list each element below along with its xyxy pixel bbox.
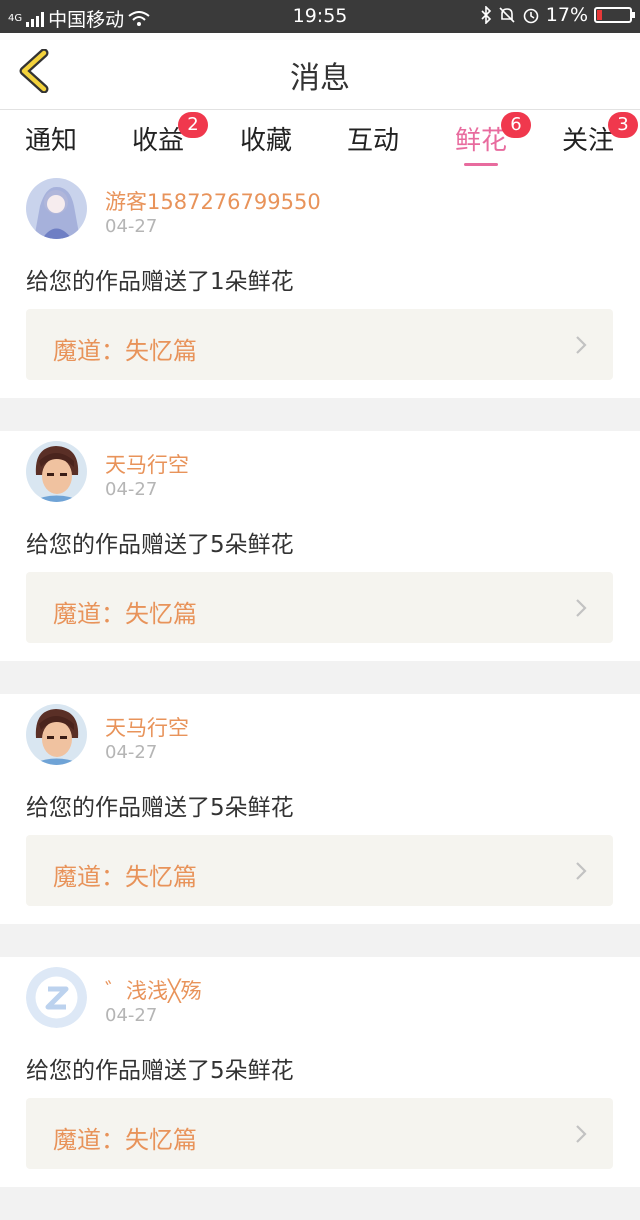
battery-percent: 17% — [545, 4, 588, 26]
battery-fill — [597, 10, 603, 20]
nav-header: 消息 — [0, 33, 640, 110]
anime-boy-avatar-icon — [26, 441, 87, 502]
flower-message-list: 游客1587276799550 04-27 给您的作品赠送了1朵鲜花 魔道：失忆… — [0, 168, 640, 1220]
tab-flowers[interactable]: 鲜花 6 — [441, 112, 531, 166]
list-item: 天马行空 04-27 给您的作品赠送了5朵鲜花 魔道：失忆篇 — [0, 431, 640, 661]
avatar[interactable] — [26, 967, 87, 1028]
message-text: 给您的作品赠送了5朵鲜花 — [26, 532, 294, 558]
page-title: 消息 — [290, 61, 350, 96]
battery-icon — [594, 7, 635, 23]
status-bar: 4G 中国移动 19:55 17% — [0, 0, 640, 33]
user-name[interactable]: ゛浅浅╳殇 — [105, 975, 202, 1005]
message-date: 04-27 — [105, 216, 158, 237]
avatar[interactable] — [26, 178, 87, 239]
work-title: 魔道：失忆篇 — [53, 863, 197, 891]
status-right: 17% — [480, 4, 635, 26]
chevron-right-icon — [576, 1125, 587, 1143]
anime-boy-avatar-icon — [26, 704, 87, 765]
user-name[interactable]: 天马行空 — [105, 449, 189, 479]
tab-earnings[interactable]: 收益 2 — [118, 112, 208, 157]
message-text: 给您的作品赠送了1朵鲜花 — [26, 269, 294, 295]
tab-interaction[interactable]: 互动 — [333, 120, 413, 157]
avatar[interactable] — [26, 441, 87, 502]
tab-label: 收藏 — [239, 126, 292, 156]
default-avatar-icon — [26, 967, 87, 1028]
chevron-right-icon — [576, 599, 587, 617]
work-link[interactable]: 魔道：失忆篇 — [26, 835, 613, 906]
tab-bar: 通知 收益 2 收藏 互动 鲜花 6 关注 3 — [0, 110, 640, 168]
user-name[interactable]: 天马行空 — [105, 712, 189, 742]
tab-follow[interactable]: 关注 3 — [548, 112, 638, 157]
chevron-right-icon — [576, 862, 587, 880]
tab-favorites[interactable]: 收藏 — [226, 120, 306, 157]
work-title: 魔道：失忆篇 — [53, 337, 197, 365]
list-item: 游客1587276799550 04-27 给您的作品赠送了1朵鲜花 魔道：失忆… — [0, 168, 640, 398]
alarm-icon — [523, 8, 539, 24]
message-date: 04-27 — [105, 1005, 158, 1026]
user-name[interactable]: 游客1587276799550 — [105, 186, 321, 216]
list-item: ゛浅浅╳殇 04-27 给您的作品赠送了5朵鲜花 魔道：失忆篇 — [0, 957, 640, 1187]
chevron-right-icon — [576, 336, 587, 354]
tab-label: 互动 — [346, 126, 399, 156]
tab-badge: 2 — [178, 112, 208, 138]
bluetooth-icon — [481, 6, 491, 24]
tab-badge: 6 — [501, 112, 531, 138]
work-title: 魔道：失忆篇 — [53, 600, 197, 628]
mute-icon — [499, 7, 515, 23]
tab-notice[interactable]: 通知 — [11, 120, 91, 157]
avatar[interactable] — [26, 704, 87, 765]
tab-badge: 3 — [608, 112, 638, 138]
anime-girl-avatar-icon — [26, 178, 87, 239]
tab-indicator — [464, 163, 498, 166]
work-link[interactable]: 魔道：失忆篇 — [26, 309, 613, 380]
message-date: 04-27 — [105, 742, 158, 763]
message-text: 给您的作品赠送了5朵鲜花 — [26, 1058, 294, 1084]
list-item: 天马行空 04-27 给您的作品赠送了5朵鲜花 魔道：失忆篇 — [0, 694, 640, 924]
work-link[interactable]: 魔道：失忆篇 — [26, 1098, 613, 1169]
message-date: 04-27 — [105, 479, 158, 500]
tab-label: 通知 — [24, 126, 77, 156]
work-link[interactable]: 魔道：失忆篇 — [26, 572, 613, 643]
message-text: 给您的作品赠送了5朵鲜花 — [26, 795, 294, 821]
